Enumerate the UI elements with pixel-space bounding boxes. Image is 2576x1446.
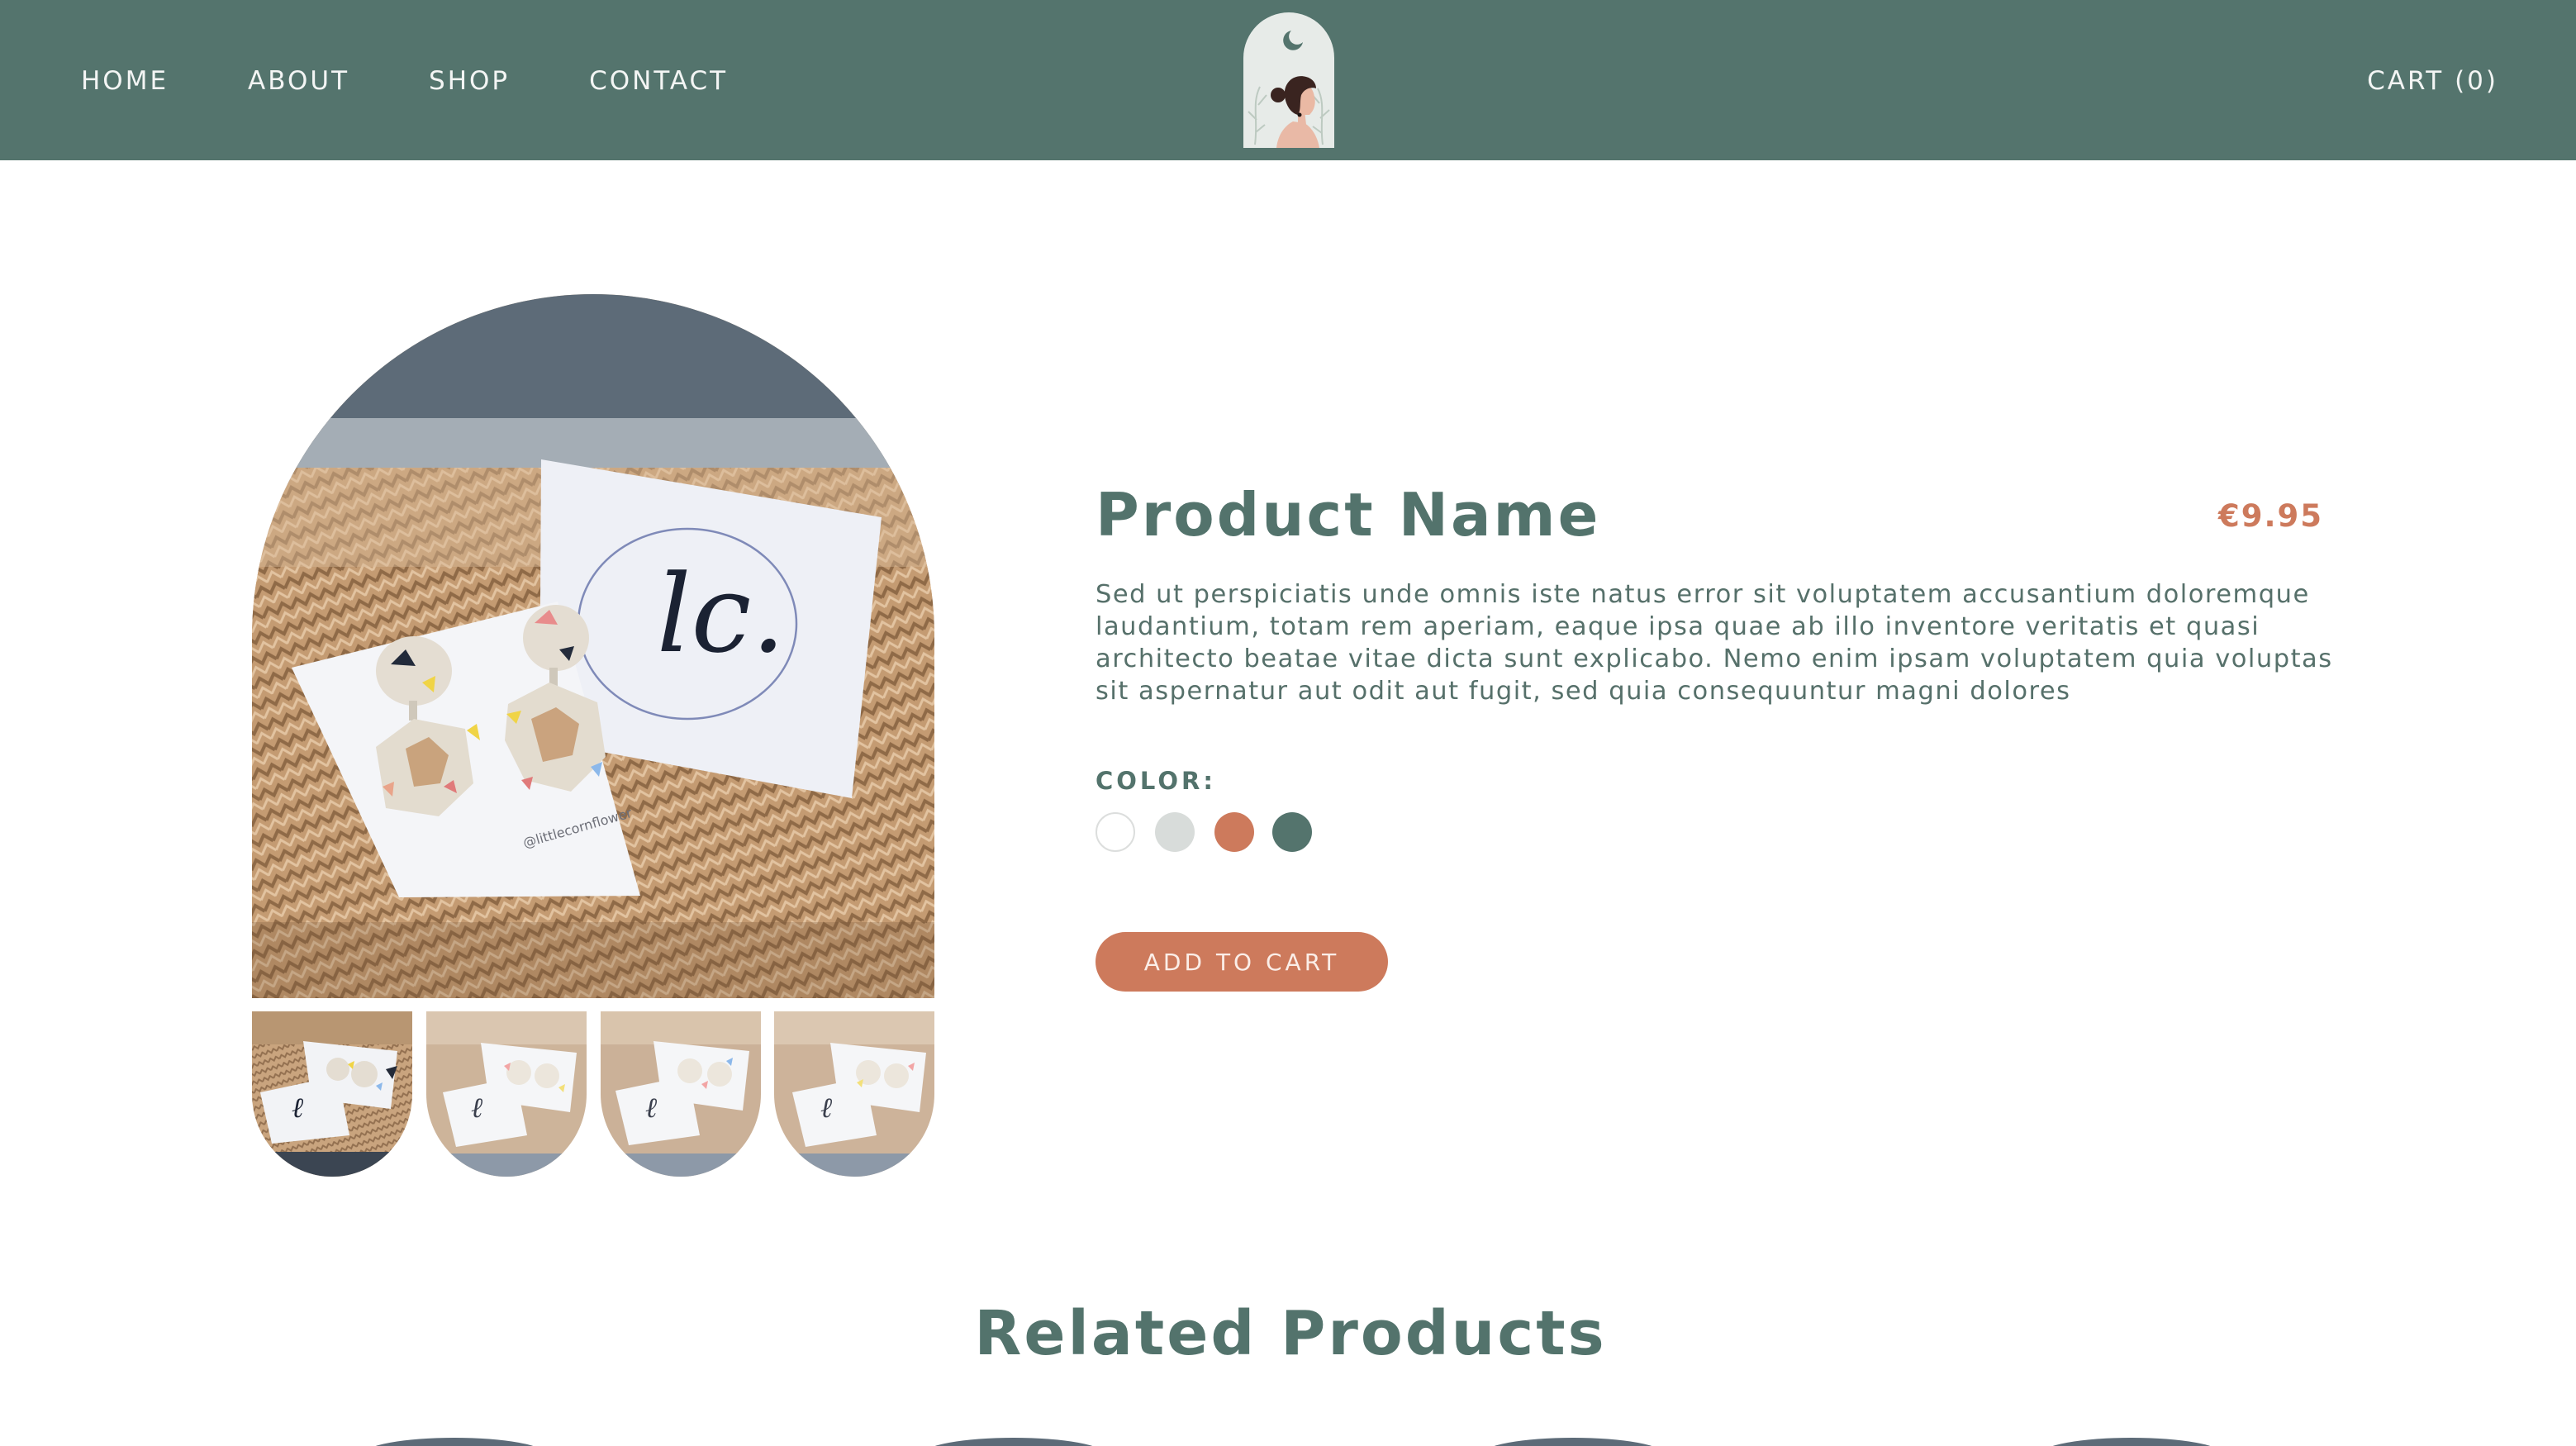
thumbnail-2[interactable]: ℓ (426, 1011, 587, 1177)
nav-home[interactable]: HOME (81, 59, 169, 102)
related-product-1[interactable] (364, 1438, 545, 1446)
site-header: HOME ABOUT SHOP CONTACT CART (0) (0, 0, 2576, 160)
cart-link[interactable]: CART (0) (2367, 59, 2498, 102)
thumbnail-4[interactable]: ℓ (774, 1011, 934, 1177)
product-description: Sed ut perspiciatis unde omnis iste natu… (1096, 580, 2333, 706)
thumbnail-1[interactable]: ℓ (252, 1011, 412, 1177)
related-product-3[interactable] (1482, 1438, 1664, 1446)
nav-about[interactable]: ABOUT (248, 59, 349, 102)
product-main-image: lc. @littlecornflower (252, 294, 934, 998)
main-nav: HOME ABOUT SHOP CONTACT (81, 59, 807, 102)
svg-text:ℓ: ℓ (471, 1092, 482, 1125)
svg-text:ℓ: ℓ (645, 1092, 657, 1125)
product-price: €9.95 (2217, 498, 2323, 534)
color-swatch-white[interactable] (1096, 812, 1135, 852)
color-label: COLOR: (1096, 767, 1216, 795)
color-swatch-light-gray[interactable] (1155, 812, 1195, 852)
thumbnail-strip: ℓ ℓ ℓ ℓ (252, 1011, 934, 1177)
moon-woman-logo-icon[interactable] (1243, 12, 1334, 148)
color-swatch-terracotta[interactable] (1214, 812, 1254, 852)
svg-text:ℓ: ℓ (292, 1092, 303, 1125)
svg-text:ℓ: ℓ (820, 1092, 832, 1125)
related-product-2[interactable] (923, 1438, 1105, 1446)
svg-text:lc.: lc. (657, 551, 786, 677)
related-product-4[interactable] (2041, 1438, 2222, 1446)
nav-shop[interactable]: SHOP (429, 59, 510, 102)
related-products-heading: Related Products (974, 1298, 1607, 1369)
color-swatch-sage-green[interactable] (1272, 812, 1312, 852)
thumbnail-3[interactable]: ℓ (601, 1011, 761, 1177)
nav-contact[interactable]: CONTACT (589, 59, 728, 102)
product-title: Product Name (1096, 480, 1601, 549)
add-to-cart-button[interactable]: ADD TO CART (1096, 932, 1388, 992)
